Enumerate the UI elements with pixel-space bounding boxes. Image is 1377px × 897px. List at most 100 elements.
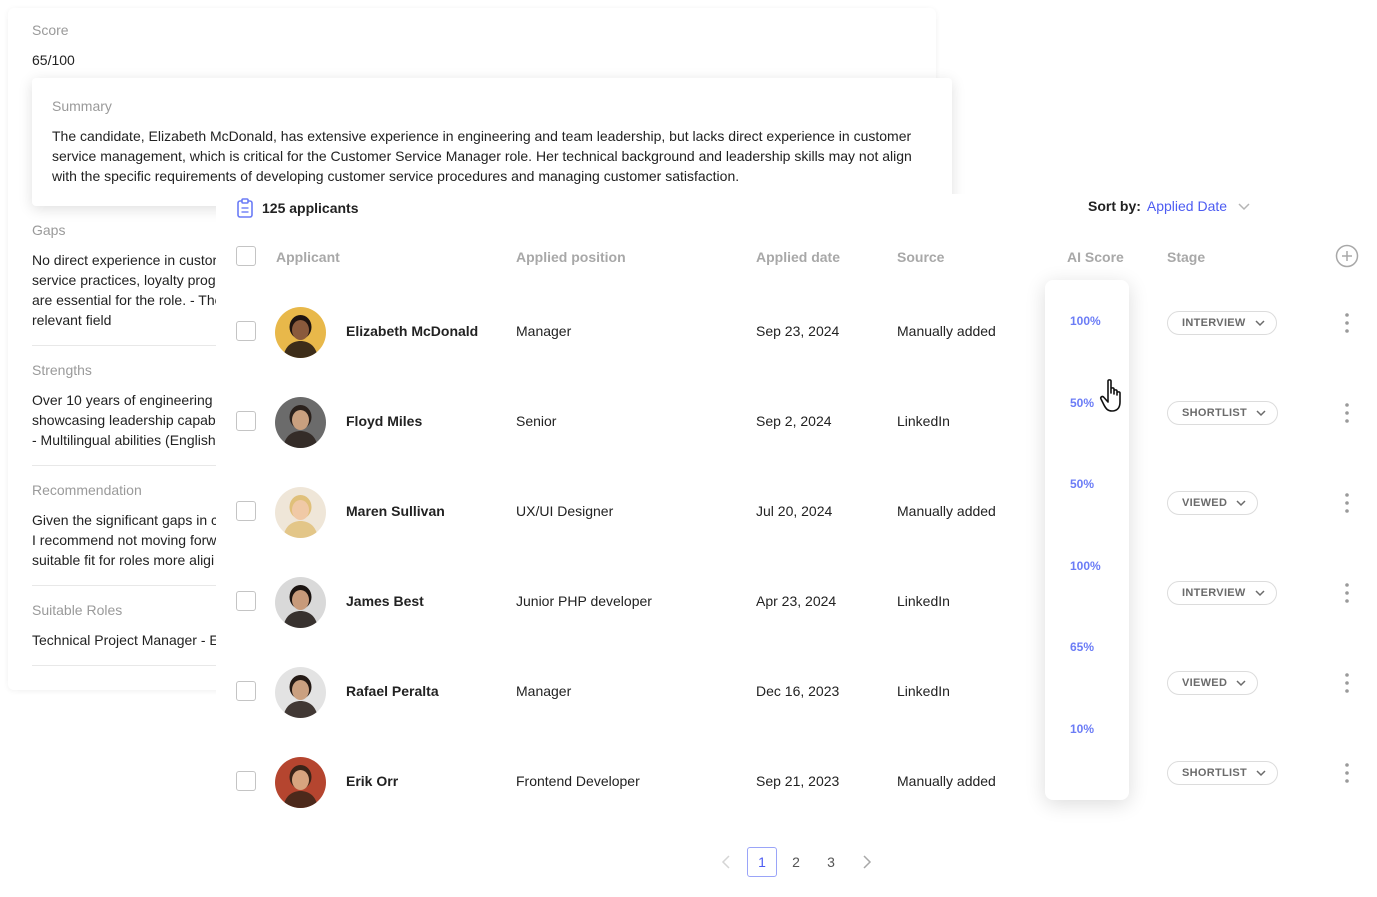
applied-date: Sep 23, 2024 — [756, 323, 840, 339]
recommendation-line: Given the significant gaps in c — [32, 512, 218, 528]
table-row[interactable]: Erik Orr Frontend Developer Sep 21, 2023… — [216, 736, 1377, 826]
stage-dropdown[interactable]: VIEWED — [1167, 671, 1259, 695]
sort-dropdown[interactable]: Sort by: Applied Date — [1088, 198, 1251, 214]
sort-label: Sort by: — [1088, 198, 1141, 214]
stage-dropdown[interactable]: INTERVIEW — [1167, 581, 1277, 605]
avatar-image — [275, 667, 326, 718]
gaps-line: service practices, loyalty prog — [32, 272, 216, 288]
applicant-name[interactable]: Floyd Miles — [346, 413, 422, 429]
column-header-source[interactable]: Source — [897, 249, 944, 265]
applied-date: Sep 2, 2024 — [756, 413, 832, 429]
column-header-ai-score[interactable]: AI Score — [1067, 249, 1124, 265]
stage-dropdown[interactable]: SHORTLIST — [1167, 401, 1279, 425]
avatar-image — [275, 577, 326, 628]
row-checkbox[interactable] — [236, 681, 256, 701]
avatar[interactable] — [275, 757, 326, 808]
row-checkbox[interactable] — [236, 501, 256, 521]
stage-dropdown[interactable]: SHORTLIST — [1167, 761, 1279, 785]
more-options-icon[interactable] — [1339, 762, 1355, 784]
more-options-icon[interactable] — [1339, 492, 1355, 514]
recommendation-line: suitable fit for roles more aligi — [32, 552, 215, 568]
page-button-1[interactable]: 1 — [747, 847, 777, 877]
row-checkbox[interactable] — [236, 321, 256, 341]
divider — [32, 585, 216, 586]
avatar-image — [275, 487, 326, 538]
column-header-applicant[interactable]: Applicant — [276, 249, 340, 265]
strengths-line: Over 10 years of engineering e — [32, 392, 225, 408]
avatar-image — [275, 757, 326, 808]
divider — [32, 665, 216, 666]
more-options-icon[interactable] — [1339, 402, 1355, 424]
column-header-position[interactable]: Applied position — [516, 249, 626, 265]
recommendation-label: Recommendation — [32, 482, 142, 498]
table-row[interactable]: Elizabeth McDonald Manager Sep 23, 2024 … — [216, 286, 1377, 376]
table-row[interactable]: James Best Junior PHP developer Apr 23, … — [216, 556, 1377, 646]
applicant-name[interactable]: Elizabeth McDonald — [346, 323, 478, 339]
more-options-icon[interactable] — [1339, 312, 1355, 334]
chevron-down-icon — [1256, 770, 1266, 777]
score-label: Score — [32, 22, 69, 38]
source: Manually added — [897, 773, 996, 789]
gaps-line: relevant field — [32, 312, 112, 328]
row-checkbox[interactable] — [236, 591, 256, 611]
clipboard-icon — [237, 198, 253, 218]
table-row[interactable]: Floyd Miles Senior Sep 2, 2024 LinkedIn … — [216, 376, 1377, 466]
applied-date: Jul 20, 2024 — [756, 503, 833, 519]
stage-label: SHORTLIST — [1182, 767, 1248, 779]
divider — [32, 465, 216, 466]
prev-page-icon[interactable] — [719, 854, 733, 870]
avatar[interactable] — [275, 307, 326, 358]
applicant-name[interactable]: Maren Sullivan — [346, 503, 445, 519]
more-options-icon[interactable] — [1339, 672, 1355, 694]
table-row[interactable]: Rafael Peralta Manager Dec 16, 2023 Link… — [216, 646, 1377, 736]
stage-dropdown[interactable]: VIEWED — [1167, 491, 1259, 515]
sort-value[interactable]: Applied Date — [1147, 198, 1227, 214]
source: LinkedIn — [897, 683, 950, 699]
applied-position: Manager — [516, 323, 572, 339]
applicant-name[interactable]: Erik Orr — [346, 773, 398, 789]
applied-position: Manager — [516, 683, 572, 699]
applicant-name[interactable]: Rafael Peralta — [346, 683, 439, 699]
avatar[interactable] — [275, 487, 326, 538]
chevron-down-icon — [1236, 500, 1246, 507]
page-button-2[interactable]: 2 — [781, 847, 811, 877]
table-row[interactable]: Maren Sullivan UX/UI Designer Jul 20, 20… — [216, 466, 1377, 556]
applied-date: Dec 16, 2023 — [756, 683, 840, 699]
more-options-icon[interactable] — [1339, 582, 1355, 604]
recommendation-line: I recommend not moving forw — [32, 532, 217, 548]
select-all-checkbox[interactable] — [236, 246, 256, 266]
strengths-line: showcasing leadership capab — [32, 412, 216, 428]
applicant-count-text: 125 applicants — [262, 200, 359, 216]
page-button-3[interactable]: 3 — [816, 847, 846, 877]
gaps-label: Gaps — [32, 222, 66, 238]
avatar-image — [275, 397, 326, 448]
divider — [32, 345, 216, 346]
next-page-icon[interactable] — [860, 854, 874, 870]
add-column-icon[interactable] — [1335, 244, 1359, 268]
applied-date: Apr 23, 2024 — [756, 593, 837, 609]
row-checkbox[interactable] — [236, 771, 256, 791]
applicant-name[interactable]: James Best — [346, 593, 424, 609]
stage-dropdown[interactable]: INTERVIEW — [1167, 311, 1277, 335]
column-header-date[interactable]: Applied date — [756, 249, 840, 265]
column-header-stage[interactable]: Stage — [1167, 249, 1205, 265]
summary-text: The candidate, Elizabeth McDonald, has e… — [52, 128, 912, 184]
avatar[interactable] — [275, 577, 326, 628]
avatar[interactable] — [275, 667, 326, 718]
chevron-down-icon[interactable] — [1237, 199, 1251, 213]
source: LinkedIn — [897, 593, 950, 609]
row-checkbox[interactable] — [236, 411, 256, 431]
stage-label: INTERVIEW — [1182, 587, 1246, 599]
summary-label: Summary — [52, 98, 112, 114]
source: Manually added — [897, 323, 996, 339]
score-value: 65/100 — [32, 52, 75, 68]
chevron-down-icon — [1256, 410, 1266, 417]
gaps-line: No direct experience in custor — [32, 252, 218, 268]
strengths-label: Strengths — [32, 362, 92, 378]
suitable-roles-line: Technical Project Manager - E — [32, 632, 219, 648]
source: LinkedIn — [897, 413, 950, 429]
applied-position: Senior — [516, 413, 557, 429]
avatar[interactable] — [275, 397, 326, 448]
chevron-down-icon — [1255, 590, 1265, 597]
chevron-down-icon — [1255, 320, 1265, 327]
